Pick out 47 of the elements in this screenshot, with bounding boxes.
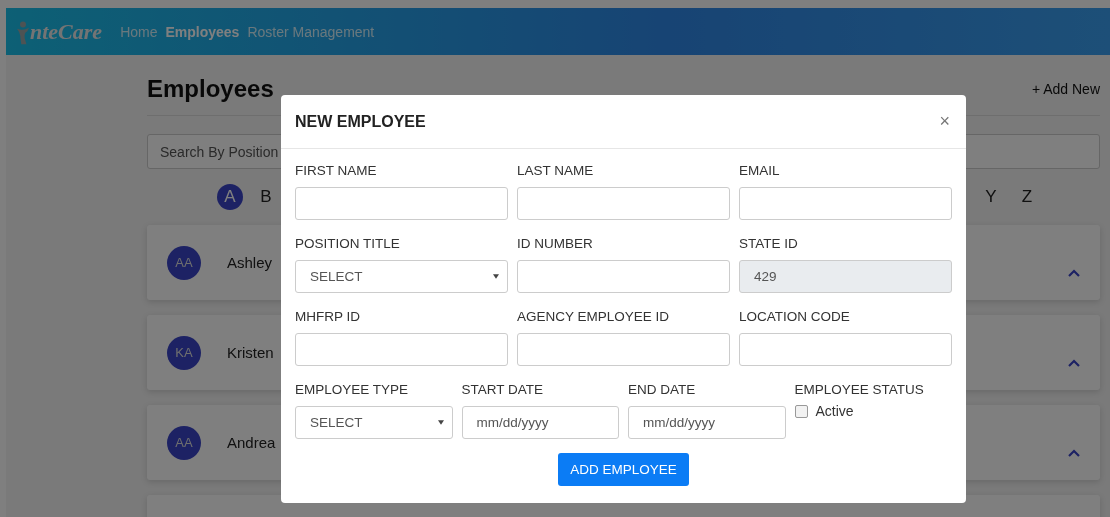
letter-filter[interactable]: Y: [978, 184, 1004, 210]
avatar: KA: [167, 335, 201, 370]
input-field[interactable]: [295, 333, 508, 366]
input-field[interactable]: [739, 187, 952, 220]
letter-filter[interactable]: Z: [1014, 184, 1040, 210]
input-field[interactable]: mm/dd/yyyy: [461, 406, 619, 439]
field-label: START DATE: [461, 382, 544, 397]
employee-name: Kristen: [227, 344, 274, 361]
employee-name: Andrea: [227, 434, 276, 451]
field-label: END DATE: [628, 382, 697, 397]
letter-filter[interactable]: B: [253, 184, 279, 210]
avatar: AA: [167, 245, 201, 280]
field-label: MHFRP ID: [295, 309, 361, 324]
modal-title: NEW EMPLOYEE: [295, 112, 426, 131]
input-field[interactable]: [739, 333, 952, 366]
chevron-up-icon[interactable]: [1068, 448, 1080, 457]
input-field[interactable]: mm/dd/yyyy: [628, 406, 786, 439]
field-label: EMPLOYEE TYPE: [295, 382, 410, 397]
checkbox[interactable]: [794, 404, 808, 418]
caret-icon: [493, 274, 499, 279]
select-dropdown[interactable]: SELECT: [295, 260, 508, 293]
employee-name: Ashley: [227, 254, 273, 271]
field-label: LOCATION CODE: [739, 309, 851, 324]
chevron-up-icon[interactable]: [1068, 358, 1080, 367]
field-label: STATE ID: [739, 236, 799, 251]
person-figure-icon: [16, 20, 30, 45]
input-field[interactable]: [295, 187, 508, 220]
caret-icon: [437, 420, 444, 425]
field-label: FIRST NAME: [295, 163, 378, 178]
field-label: AGENCY EMPLOYEE ID: [517, 309, 671, 324]
field-label: EMPLOYEE STATUS: [794, 382, 925, 397]
letter-filter[interactable]: A: [217, 184, 243, 210]
add-employee-button[interactable]: ADD EMPLOYEE: [558, 453, 689, 486]
page-title: Employees: [147, 75, 274, 103]
input-field[interactable]: [517, 333, 730, 366]
avatar: AA: [167, 425, 201, 460]
input-field[interactable]: [517, 260, 730, 293]
field-label: POSITION TITLE: [295, 236, 401, 251]
add-new-link[interactable]: + Add New: [1031, 81, 1100, 97]
input-field[interactable]: [517, 187, 730, 220]
field-label: LAST NAME: [517, 163, 595, 178]
field-label: ID NUMBER: [517, 236, 594, 251]
checkbox-option[interactable]: Active: [794, 403, 952, 419]
field-label: EMAIL: [739, 163, 781, 178]
chevron-up-icon[interactable]: [1068, 268, 1080, 277]
select-dropdown[interactable]: SELECT: [295, 406, 453, 439]
close-button[interactable]: ×: [937, 111, 952, 132]
